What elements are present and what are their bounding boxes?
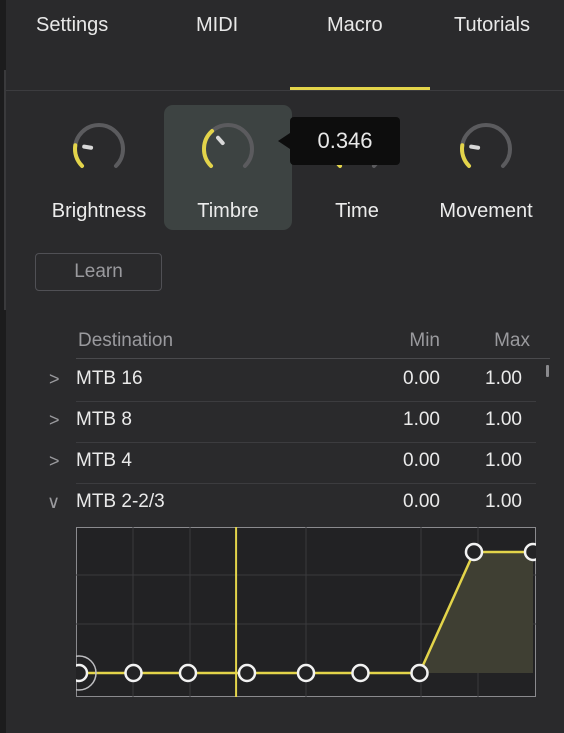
learn-button[interactable]: Learn xyxy=(35,253,162,291)
value-tooltip: 0.346 xyxy=(278,117,400,165)
knob-label-timbre: Timbre xyxy=(197,200,259,222)
curve-point[interactable] xyxy=(410,663,429,683)
curve-point[interactable] xyxy=(76,663,89,683)
tab-bar: Settings MIDI Macro Tutorials xyxy=(6,0,564,90)
col-header-min: Min xyxy=(409,330,440,351)
row-max[interactable]: 1.00 xyxy=(468,450,522,472)
knob-label-movement: Movement xyxy=(439,200,533,222)
row-destination: MTB 8 xyxy=(76,409,132,430)
tab-tutorials[interactable]: Tutorials xyxy=(454,14,530,44)
curve-point[interactable] xyxy=(124,663,143,683)
row-destination: MTB 4 xyxy=(76,450,132,471)
row-min[interactable]: 0.00 xyxy=(378,491,440,513)
row-min[interactable]: 0.00 xyxy=(378,450,440,472)
tab-macro[interactable]: Macro xyxy=(327,14,383,44)
curve-point[interactable] xyxy=(178,663,198,683)
curve-point[interactable] xyxy=(237,663,257,683)
collapse-chevron-icon[interactable]: ∨ xyxy=(47,492,60,513)
row-min[interactable]: 1.00 xyxy=(378,409,440,431)
tab-settings[interactable]: Settings xyxy=(36,14,108,44)
table-row[interactable]: ∨ MTB 2-2/3 0.00 1.00 xyxy=(0,484,564,525)
col-header-max: Max xyxy=(494,330,530,351)
timbre-dial-icon[interactable] xyxy=(196,115,260,179)
knob-movement[interactable]: Movement xyxy=(422,105,550,230)
curve-point[interactable] xyxy=(351,663,370,683)
expand-chevron-icon[interactable]: > xyxy=(49,410,60,431)
row-destination: MTB 16 xyxy=(76,368,143,389)
table-row[interactable]: > MTB 4 0.00 1.00 xyxy=(0,443,564,484)
knob-label-brightness: Brightness xyxy=(51,200,147,222)
curve-point[interactable] xyxy=(464,542,484,562)
brightness-dial-icon[interactable] xyxy=(67,115,131,179)
row-destination: MTB 2-2/3 xyxy=(76,491,165,512)
row-min[interactable]: 0.00 xyxy=(378,368,440,390)
curve-point[interactable] xyxy=(523,542,536,562)
knob-label-time: Time xyxy=(335,200,379,222)
row-max[interactable]: 1.00 xyxy=(468,491,522,513)
modulation-curve-editor[interactable] xyxy=(76,527,536,697)
knob-timbre[interactable]: Timbre xyxy=(164,105,292,230)
movement-dial-icon[interactable] xyxy=(454,115,518,179)
header-divider xyxy=(76,358,550,359)
row-max[interactable]: 1.00 xyxy=(468,368,522,390)
expand-chevron-icon[interactable]: > xyxy=(49,451,60,472)
col-header-destination: Destination xyxy=(78,330,174,351)
row-max[interactable]: 1.00 xyxy=(468,409,522,431)
table-row[interactable]: > MTB 16 0.00 1.00 xyxy=(0,361,564,402)
expand-chevron-icon[interactable]: > xyxy=(49,369,60,390)
tabs-divider xyxy=(6,90,564,91)
tab-midi[interactable]: MIDI xyxy=(196,14,238,44)
left-scrollbar-thumb[interactable] xyxy=(4,70,6,310)
curve-point[interactable] xyxy=(296,663,316,683)
table-row[interactable]: > MTB 8 1.00 1.00 xyxy=(0,402,564,443)
tooltip-arrow xyxy=(278,133,290,149)
tooltip-value: 0.346 xyxy=(317,128,373,153)
knob-brightness[interactable]: Brightness xyxy=(35,105,163,230)
